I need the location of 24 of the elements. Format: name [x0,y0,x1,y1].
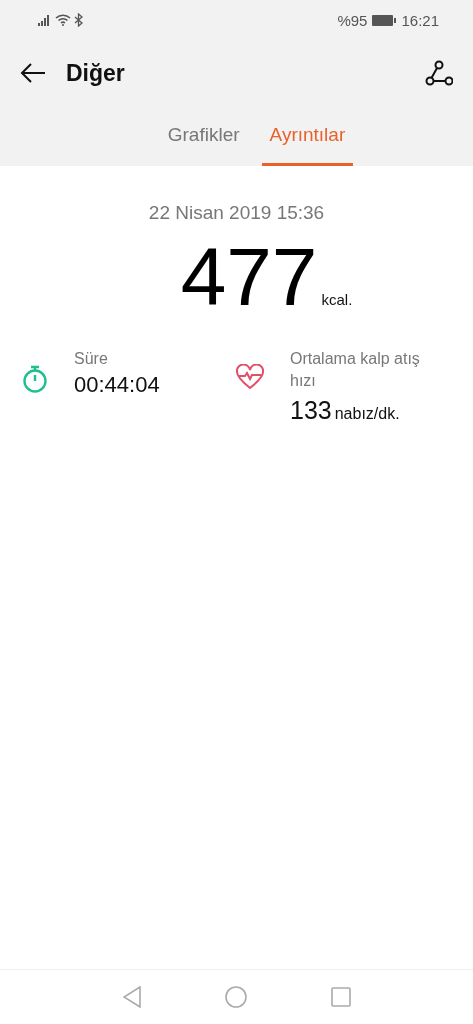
stat-unit: nabız/dk. [334,405,400,423]
home-nav-icon[interactable] [224,986,247,1008]
route-icon[interactable] [425,60,453,86]
stat-label: Ortalama kalp atış hızı [290,349,421,391]
calories-value: 477 [180,236,318,318]
tab[interactable]: Ayrıntılar [261,106,354,166]
back-arrow-icon[interactable] [20,62,46,84]
back-nav-icon[interactable] [122,986,141,1008]
stat-label: Süre [74,349,109,369]
stat-value: 00:44:04 [74,372,160,398]
workout-datetime: 22 Nisan 2019 15:36 [147,202,326,224]
bluetooth-icon [74,13,83,27]
stopwatch-icon [22,364,48,394]
wifi-icon [55,14,71,26]
tab[interactable]: Grafikler [159,106,248,166]
recents-nav-icon[interactable] [330,987,351,1007]
heart-pulse-icon [236,364,264,390]
battery-icon [372,14,397,26]
page-title: Diğer [66,59,126,87]
calories-unit: kcal. [321,291,353,308]
stat-value: 133 [290,396,332,425]
signal-icon [38,14,52,26]
clock-time: 16:21 [401,11,439,29]
battery-percent: %95 [337,11,368,29]
